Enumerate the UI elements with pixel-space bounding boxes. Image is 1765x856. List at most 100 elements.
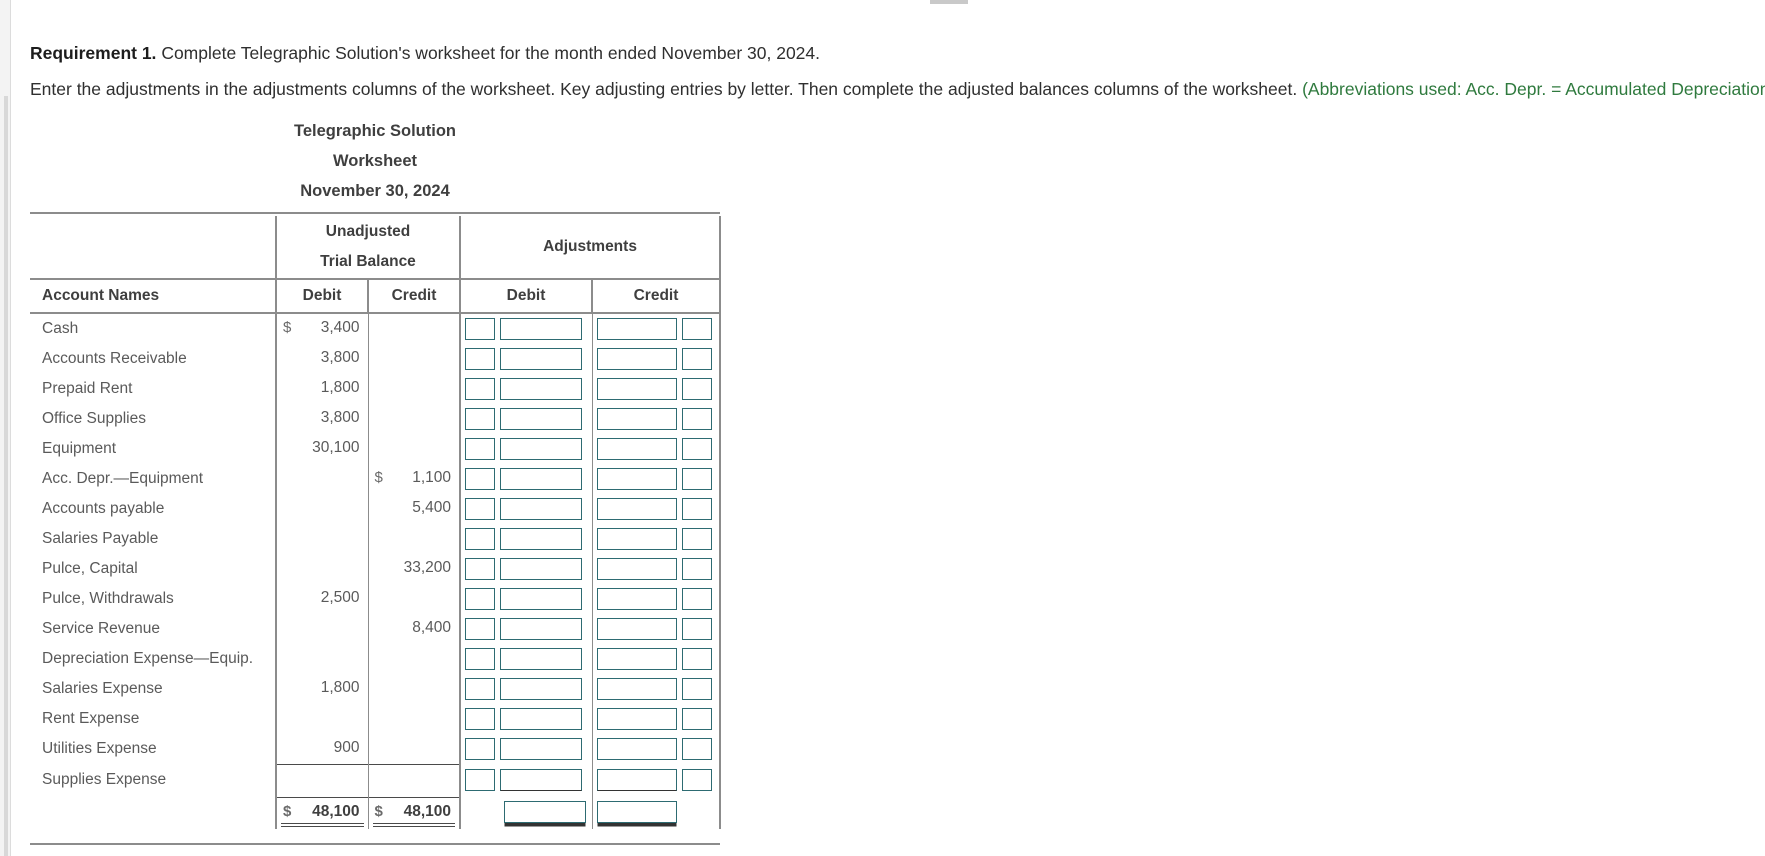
row-tb-debit-cell: 1,800 [275, 374, 369, 404]
row-adj-debit-letter-input[interactable] [465, 438, 495, 460]
row-tb-debit-value: 3,400 [320, 319, 360, 336]
row-tb-credit-cell [367, 374, 461, 404]
row-adj-debit-amount-input[interactable] [500, 558, 582, 580]
row-adj-debit-amount-input[interactable] [500, 408, 582, 430]
row-adj-debit-letter-input[interactable] [465, 708, 495, 730]
left-scrollbar-track[interactable] [4, 96, 8, 856]
row-adj-debit-amount-input[interactable] [500, 498, 582, 520]
table-row: Service Revenue 8,400 [30, 614, 721, 644]
row-adj-debit-letter-input[interactable] [465, 648, 495, 670]
row-tb-debit-cell [275, 494, 369, 524]
row-account-name: Office Supplies [42, 410, 146, 427]
row-adj-credit-amount-input[interactable] [596, 588, 677, 610]
row-adj-debit-cell [459, 614, 593, 644]
row-adj-debit-amount-input[interactable] [500, 348, 582, 370]
row-adj-credit-amount-input[interactable] [596, 738, 677, 760]
row-adj-debit-letter-input[interactable] [465, 558, 495, 580]
row-adj-credit-amount-input[interactable] [596, 468, 677, 490]
row-adj-debit-letter-input[interactable] [465, 498, 495, 520]
row-adj-credit-letter-input[interactable] [681, 588, 712, 610]
row-adj-credit-cell [591, 614, 721, 644]
row-adj-debit-letter-input[interactable] [465, 528, 495, 550]
row-adj-debit-amount-input[interactable] [500, 678, 582, 700]
row-adj-debit-amount-input[interactable] [500, 528, 582, 550]
row-adj-credit-amount-input[interactable] [596, 678, 677, 700]
row-adj-debit-letter-input[interactable] [465, 408, 495, 430]
row-adj-debit-letter-input[interactable] [465, 618, 495, 640]
row-adj-credit-letter-input[interactable] [681, 708, 712, 730]
row-adj-credit-letter-input[interactable] [681, 378, 712, 400]
totals-tb-debit-cell: $ 48,100 [275, 795, 369, 829]
table-row: Accounts Receivable 3,800 [30, 344, 721, 374]
row-adj-debit-letter-input[interactable] [465, 468, 495, 490]
table-row: Cash $3,400 [30, 313, 721, 344]
row-adj-credit-letter-input[interactable] [681, 468, 712, 490]
row-account-name: Depreciation Expense—Equip. [42, 650, 254, 667]
row-adj-credit-letter-input[interactable] [681, 618, 712, 640]
row-adj-credit-letter-input[interactable] [681, 768, 712, 791]
row-adj-credit-amount-input[interactable] [596, 348, 677, 370]
row-adj-credit-letter-input[interactable] [681, 648, 712, 670]
row-adj-debit-amount-input[interactable] [500, 648, 582, 670]
row-adj-debit-amount-input[interactable] [500, 588, 582, 610]
row-adj-credit-amount-input[interactable] [596, 768, 677, 791]
column-header-row: Account Names Debit Credit Debit Credit [30, 278, 721, 314]
row-adj-credit-amount-input[interactable] [596, 438, 677, 460]
totals-tb-debit-value: 48,100 [312, 802, 360, 820]
row-adj-debit-letter-input[interactable] [465, 768, 495, 791]
top-scroll-nub[interactable] [930, 0, 968, 4]
totals-adj-debit-cell [459, 795, 593, 829]
row-adj-debit-letter-input[interactable] [465, 588, 495, 610]
row-adj-credit-letter-input[interactable] [681, 498, 712, 520]
row-adj-debit-cell [459, 524, 593, 554]
row-adj-credit-cell [591, 494, 721, 524]
abbreviations-note: (Abbreviations used: Acc. Depr. = Accumu… [1302, 79, 1765, 99]
row-tb-credit-cell [367, 524, 461, 554]
row-adj-credit-amount-input[interactable] [596, 378, 677, 400]
row-account-name: Service Revenue [42, 620, 161, 637]
row-adj-credit-amount-input[interactable] [596, 618, 677, 640]
row-adj-debit-amount-input[interactable] [500, 468, 582, 490]
row-account-name: Supplies Expense [42, 770, 167, 788]
row-adj-debit-amount-input[interactable] [500, 438, 582, 460]
totals-label [30, 795, 276, 829]
table-row: Acc. Depr.—Equipment $1,100 [30, 464, 721, 494]
row-adj-credit-amount-input[interactable] [596, 498, 677, 520]
row-adj-debit-letter-input[interactable] [465, 678, 495, 700]
row-adj-debit-letter-input[interactable] [465, 318, 495, 340]
row-adj-credit-amount-input[interactable] [596, 408, 677, 430]
totals-adj-debit-input[interactable] [503, 801, 586, 823]
row-adj-credit-letter-input[interactable] [681, 738, 712, 760]
row-adj-credit-amount-input[interactable] [596, 558, 677, 580]
group-adjustments: Adjustments [459, 216, 721, 279]
row-adj-credit-letter-input[interactable] [681, 528, 712, 550]
row-adj-credit-letter-input[interactable] [681, 678, 712, 700]
row-adj-debit-amount-input[interactable] [500, 768, 582, 791]
row-adj-debit-amount-input[interactable] [500, 708, 582, 730]
row-adj-credit-letter-input[interactable] [681, 438, 712, 460]
row-adj-credit-letter-input[interactable] [681, 408, 712, 430]
row-adj-credit-cell [591, 464, 721, 494]
row-adj-credit-amount-input[interactable] [596, 708, 677, 730]
row-adj-credit-letter-input[interactable] [681, 318, 712, 340]
row-adj-debit-amount-input[interactable] [500, 318, 582, 340]
row-adj-credit-letter-input[interactable] [681, 558, 712, 580]
row-adj-debit-amount-input[interactable] [500, 738, 582, 760]
row-adj-debit-letter-input[interactable] [465, 738, 495, 760]
row-adj-debit-amount-input[interactable] [500, 378, 582, 400]
row-adj-credit-amount-input[interactable] [596, 318, 677, 340]
totals-adj-credit-input[interactable] [596, 801, 677, 823]
row-adj-debit-amount-input[interactable] [500, 618, 582, 640]
row-account-name: Accounts payable [42, 500, 165, 517]
row-adj-debit-letter-input[interactable] [465, 348, 495, 370]
row-adj-debit-letter-input[interactable] [465, 378, 495, 400]
row-tb-credit-cell [367, 584, 461, 614]
table-row: Depreciation Expense—Equip. [30, 644, 721, 674]
row-adj-credit-cell [591, 434, 721, 464]
row-adj-credit-letter-input[interactable] [681, 348, 712, 370]
row-account-name: Cash [42, 320, 79, 337]
row-tb-debit-value: 1,800 [320, 379, 360, 396]
table-row: Prepaid Rent 1,800 [30, 374, 721, 404]
row-adj-credit-amount-input[interactable] [596, 528, 677, 550]
row-adj-credit-amount-input[interactable] [596, 648, 677, 670]
